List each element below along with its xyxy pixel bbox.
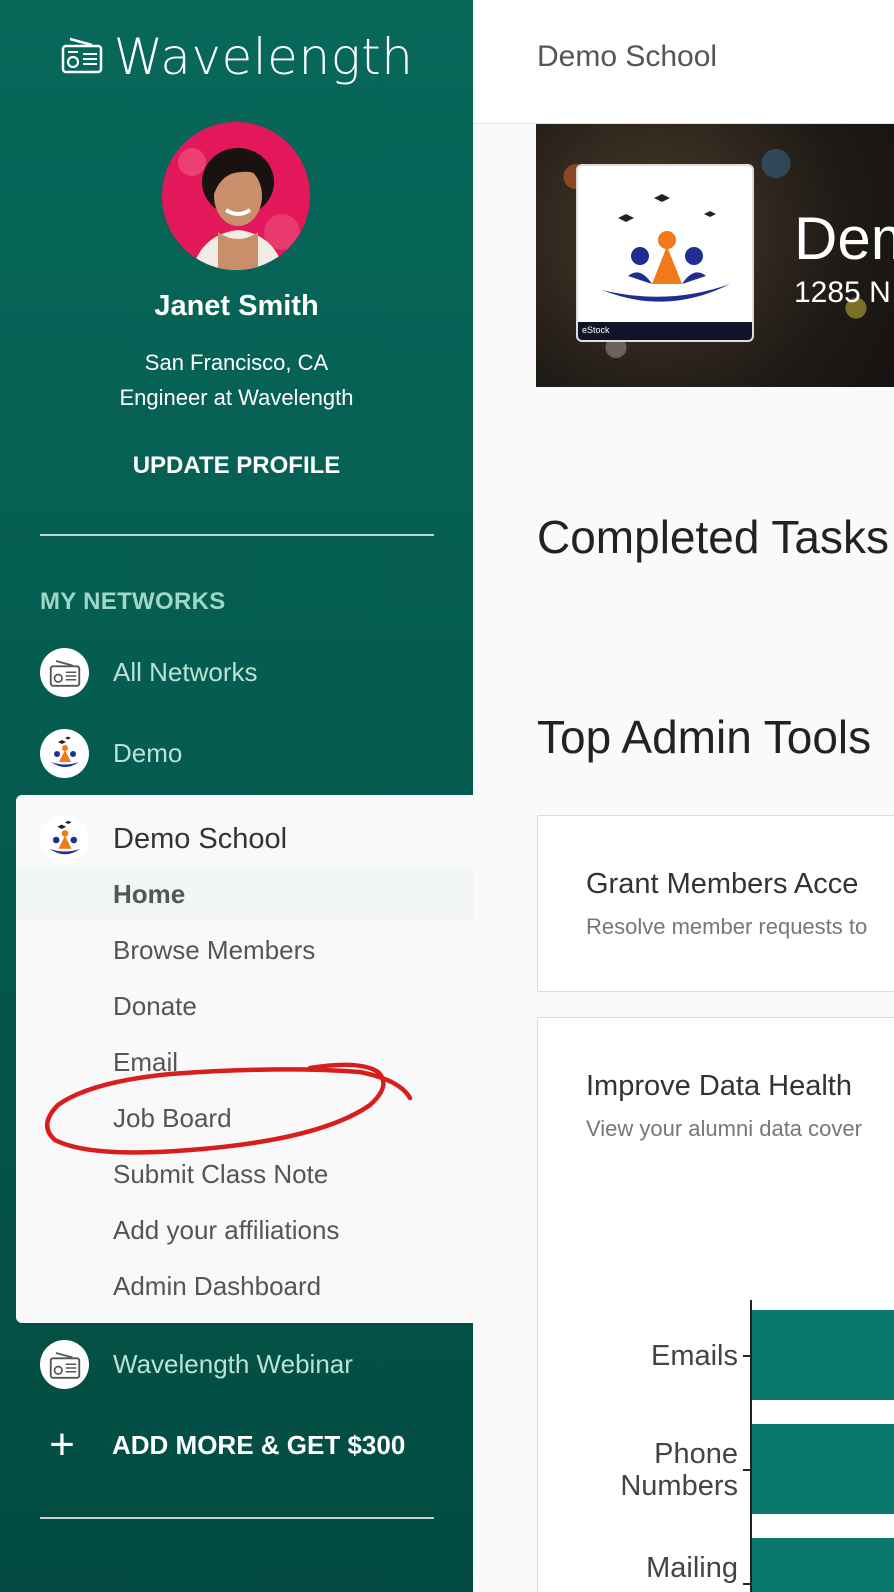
tick-label-emails: Emails <box>650 1340 738 1372</box>
plus-icon: + <box>49 1420 75 1469</box>
add-more-label: ADD MORE & GET $300 <box>112 1429 406 1460</box>
radio-icon <box>60 35 104 80</box>
profile-location: San Francisco, CA <box>144 350 329 375</box>
chart-bar-phone-numbers <box>752 1424 894 1514</box>
completed-tasks-heading: Completed Tasks <box>537 511 889 563</box>
tool-card-description: Resolve member requests to <box>586 914 868 939</box>
nav-browse-members[interactable]: Browse Members <box>113 935 315 966</box>
sidebar-item-label: Wavelength Webinar <box>113 1349 353 1379</box>
networks-section-label: MY NETWORKS <box>40 588 226 615</box>
radio-icon <box>40 648 89 697</box>
tool-card-title: Grant Members Acce <box>586 868 859 900</box>
nav-job-board[interactable]: Job Board <box>113 1103 232 1134</box>
chart-svg <box>743 1300 894 1592</box>
network-banner: eStock Dem 1285 N <box>536 124 894 387</box>
sidebar: Wavelength Janet Smith San Francisco, CA… <box>0 0 473 1592</box>
tick-label-phone-numbers: Phone Numbers <box>620 1438 738 1502</box>
tick-label-mailing: Mailing <box>646 1552 738 1584</box>
tool-card-grant-access[interactable]: Grant Members Acce Resolve member reques… <box>537 815 894 992</box>
admin-tools-heading: Top Admin Tools <box>537 711 872 763</box>
nav-add-affiliations[interactable]: Add your affiliations <box>113 1215 339 1246</box>
profile-title: Engineer at Wavelength <box>119 385 354 410</box>
app-root: Wavelength Janet Smith San Francisco, CA… <box>0 0 894 1592</box>
network-logo: eStock <box>576 164 754 342</box>
sidebar-item-wavelength-webinar[interactable]: Wavelength Webinar <box>40 1340 353 1389</box>
add-more-networks-button[interactable]: + ADD MORE & GET $300 <box>44 1420 406 1469</box>
update-profile-button[interactable]: UPDATE PROFILE <box>0 452 473 480</box>
brand-name: Wavelength <box>113 28 414 86</box>
chart-bar-mailing <box>752 1538 894 1592</box>
nav-donate[interactable]: Donate <box>113 991 197 1022</box>
nav-submit-class-note[interactable]: Submit Class Note <box>113 1159 328 1190</box>
nav-home[interactable]: Home <box>113 879 185 910</box>
top-bar: Demo School <box>473 0 894 124</box>
logo-watermark: eStock <box>578 322 752 340</box>
sidebar-item-all-networks[interactable]: All Networks <box>40 648 257 697</box>
avatar[interactable] <box>162 122 310 270</box>
data-health-chart: Emails Phone Numbers Mailing <box>538 1018 894 1592</box>
sidebar-item-label: Demo <box>113 738 183 768</box>
brand[interactable]: Wavelength <box>0 28 473 86</box>
school-logo-icon <box>40 815 89 864</box>
banner-subtitle: 1285 N <box>794 276 891 309</box>
main-content: Demo School eStock Dem <box>473 0 894 1592</box>
active-network-panel: Demo School Home Browse Members Donate E… <box>16 795 473 1323</box>
radio-icon <box>40 1340 89 1389</box>
banner-title: Dem <box>794 205 894 272</box>
sidebar-divider <box>40 534 434 536</box>
profile-name: Janet Smith <box>154 290 319 322</box>
chart-bar-emails <box>752 1310 894 1400</box>
active-network-label: Demo School <box>113 823 288 855</box>
school-logo-icon <box>40 729 89 778</box>
page-title: Demo School <box>537 40 718 73</box>
sidebar-item-label: All Networks <box>113 657 258 687</box>
nav-admin-dashboard[interactable]: Admin Dashboard <box>113 1271 321 1302</box>
sidebar-item-demo[interactable]: Demo <box>40 729 182 778</box>
home-highlight <box>16 868 473 921</box>
nav-email[interactable]: Email <box>113 1047 178 1078</box>
sidebar-divider-bottom <box>40 1517 434 1519</box>
sidebar-item-demo-school[interactable]: Demo School <box>40 815 287 864</box>
tool-card-data-health[interactable]: Improve Data Health View your alumni dat… <box>537 1017 894 1592</box>
